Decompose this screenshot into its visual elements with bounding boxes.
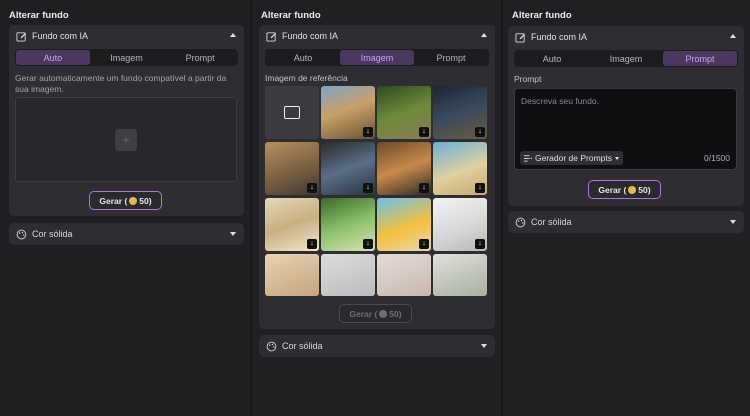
prompt-textarea[interactable]: Descreva seu fundo. Gerador de Prompts 0… [514, 88, 737, 170]
thumb-laptop-desk[interactable]: ↓ [433, 198, 487, 251]
generate-button[interactable]: Gerar ( 50) [89, 191, 162, 210]
tab-imagem[interactable]: Imagem [589, 51, 663, 66]
thumb-night-city[interactable]: ↓ [433, 86, 487, 139]
generate-label: Gerar ( [598, 184, 627, 195]
download-icon[interactable]: ↓ [307, 239, 317, 249]
tab-prompt[interactable]: Prompt [414, 50, 488, 65]
generate-cost: 50) [389, 308, 402, 319]
tab-imagem[interactable]: Imagem [90, 50, 164, 65]
expand-icon[interactable] [730, 220, 736, 224]
tab-prompt[interactable]: Prompt [163, 50, 237, 65]
edit-image-icon [16, 31, 27, 42]
prompt-generator-label: Gerador de Prompts [535, 153, 613, 163]
tab-auto[interactable]: Auto [515, 51, 589, 66]
thumb-beige-wall[interactable] [265, 254, 319, 296]
collapse-icon[interactable] [481, 33, 487, 37]
download-icon[interactable]: ↓ [363, 183, 373, 193]
ai-background-label: Fundo com IA [531, 32, 588, 42]
panel-title: Alterar fundo [512, 10, 572, 21]
solid-color-label: Cor sólida [32, 229, 73, 239]
solid-color-section[interactable]: Cor sólida [259, 335, 495, 357]
dropdown-caret-icon [615, 156, 620, 160]
expand-icon[interactable] [481, 344, 487, 348]
thumb-sunglasses-cloth[interactable]: ↓ [265, 198, 319, 251]
ai-background-section: Fundo com IA Auto Imagem Prompt Imagem d… [259, 25, 495, 329]
ai-background-label: Fundo com IA [282, 31, 339, 41]
palette-icon [515, 217, 526, 227]
list-sparkle-icon [524, 155, 533, 162]
thumb-camera-sand[interactable]: ↓ [377, 142, 431, 195]
edit-image-icon [515, 32, 526, 43]
ai-background-label: Fundo com IA [32, 31, 89, 41]
solid-color-label: Cor sólida [282, 341, 323, 351]
download-icon[interactable]: ↓ [475, 239, 485, 249]
add-image-icon [284, 106, 300, 119]
solid-color-section[interactable]: Cor sólida [9, 223, 244, 245]
image-placeholder-icon: + [115, 128, 137, 151]
collapse-icon[interactable] [230, 33, 236, 37]
coin-icon [129, 196, 138, 205]
tab-auto[interactable]: Auto [16, 50, 90, 65]
ai-background-header[interactable]: Fundo com IA [508, 26, 744, 48]
prompt-generator-dropdown[interactable]: Gerador de Prompts [520, 151, 624, 165]
reference-grid: ↓ ↓ ↓ ↓ ↓ ↓ ↓ ↓ ↓ ↓ ↓ [265, 86, 491, 296]
thumb-city-street[interactable]: ↓ [321, 86, 375, 139]
thumb-perfume-rocks[interactable]: ↓ [321, 142, 375, 195]
mode-tabs: Auto Imagem Prompt [15, 49, 238, 66]
ai-background-header[interactable]: Fundo com IA [259, 25, 495, 47]
tab-imagem[interactable]: Imagem [340, 50, 414, 65]
thumb-hand-bottle[interactable] [377, 254, 431, 296]
expand-icon[interactable] [230, 232, 236, 236]
download-icon[interactable]: ↓ [363, 239, 373, 249]
solid-color-label: Cor sólida [531, 217, 572, 227]
panel-imagem: Alterar fundo Fundo com IA Auto Imagem P… [251, 0, 501, 416]
panel-auto: Alterar fundo Fundo com IA Auto Imagem P… [0, 0, 250, 416]
mode-tabs: Auto Imagem Prompt [265, 49, 489, 66]
download-icon[interactable]: ↓ [419, 183, 429, 193]
thumb-drink-beach[interactable]: ↓ [377, 198, 431, 251]
prompt-placeholder: Descreva seu fundo. [521, 96, 599, 106]
reference-label: Imagem de referência [265, 73, 348, 83]
ai-background-section: Fundo com IA Auto Imagem Prompt Prompt D… [508, 26, 744, 206]
generate-cost: 50) [139, 195, 152, 206]
tab-prompt[interactable]: Prompt [663, 51, 737, 66]
download-icon[interactable]: ↓ [419, 239, 429, 249]
upload-reference-button[interactable] [265, 86, 319, 139]
panel-title: Alterar fundo [261, 10, 321, 21]
solid-color-section[interactable]: Cor sólida [508, 211, 744, 233]
tab-auto[interactable]: Auto [266, 50, 340, 65]
palette-icon [266, 341, 277, 351]
generate-button[interactable]: Gerar ( 50) [339, 304, 412, 323]
ai-background-section: Fundo com IA Auto Imagem Prompt Gerar au… [9, 25, 244, 216]
thumb-forest-road[interactable]: ↓ [377, 86, 431, 139]
generate-label: Gerar ( [349, 308, 378, 319]
mode-tabs: Auto Imagem Prompt [514, 50, 738, 67]
download-icon[interactable]: ↓ [475, 183, 485, 193]
coin-icon [379, 309, 388, 318]
thumb-old-town[interactable]: ↓ [265, 142, 319, 195]
thumb-white-bottle[interactable] [321, 254, 375, 296]
thumb-plant-bottle[interactable] [433, 254, 487, 296]
thumb-bottle-leaves[interactable]: ↓ [321, 198, 375, 251]
auto-description: Gerar automaticamente um fundo compatíve… [15, 73, 227, 94]
download-icon[interactable]: ↓ [363, 127, 373, 137]
download-icon[interactable]: ↓ [307, 183, 317, 193]
coin-icon [628, 185, 637, 194]
generate-button[interactable]: Gerar ( 50) [588, 180, 661, 199]
panel-title: Alterar fundo [9, 10, 69, 21]
edit-image-icon [266, 31, 277, 42]
download-icon[interactable]: ↓ [475, 127, 485, 137]
image-preview-area[interactable]: + [15, 97, 237, 182]
prompt-label: Prompt [514, 74, 542, 84]
thumb-perfume-beach[interactable]: ↓ [433, 142, 487, 195]
panel-prompt: Alterar fundo Fundo com IA Auto Imagem P… [502, 0, 750, 416]
generate-label: Gerar ( [99, 195, 128, 206]
character-counter: 0/1500 [704, 153, 730, 163]
palette-icon [16, 229, 27, 239]
collapse-icon[interactable] [730, 34, 736, 38]
generate-cost: 50) [638, 184, 651, 195]
ai-background-header[interactable]: Fundo com IA [9, 25, 244, 47]
download-icon[interactable]: ↓ [419, 127, 429, 137]
